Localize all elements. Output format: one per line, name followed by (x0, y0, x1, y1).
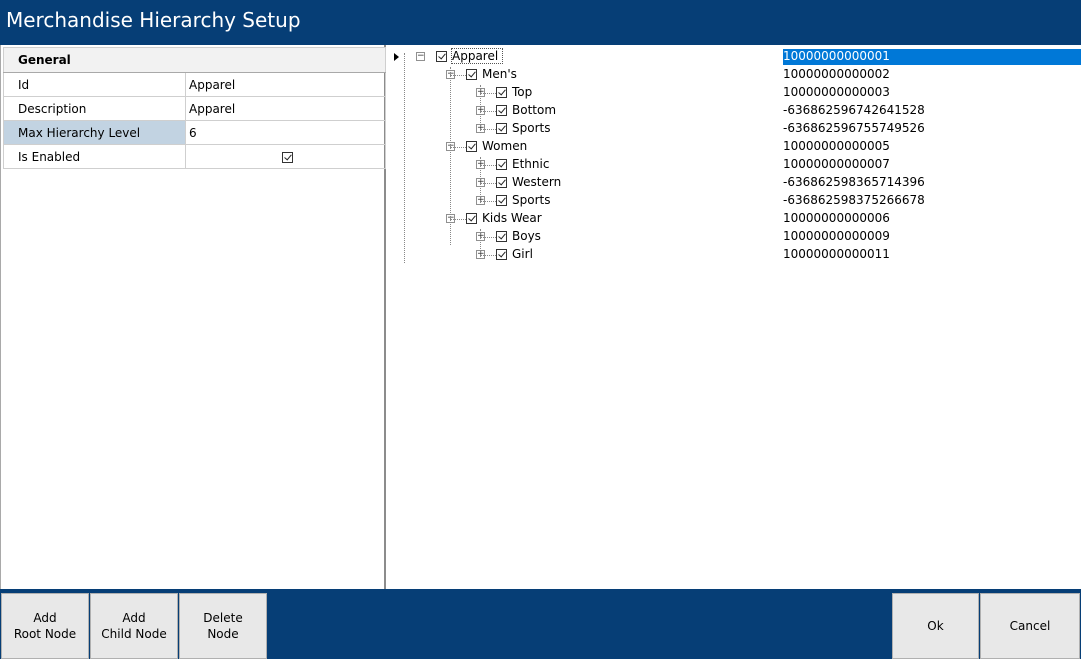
tree-connector-line (450, 219, 466, 220)
window-title: Merchandise Hierarchy Setup (6, 8, 301, 32)
tree-connector-line (480, 183, 496, 184)
property-label: Max Hierarchy Level (3, 120, 186, 145)
add-child-node-button[interactable]: Add Child Node (90, 593, 178, 659)
property-section-header[interactable]: General (3, 47, 386, 73)
tree-connector-line (450, 75, 466, 76)
tree-node-row[interactable]: − Apparel 10000000000001 (388, 48, 1081, 66)
node-code: 10000000000006 (783, 211, 890, 225)
node-label: Sports (512, 193, 551, 207)
id-value[interactable]: Apparel (185, 72, 386, 97)
node-label: Kids Wear (482, 211, 542, 225)
node-code: 10000000000009 (783, 229, 890, 243)
tree-connector-line (404, 53, 405, 263)
node-checkbox[interactable] (496, 159, 507, 170)
node-code: -636862598365714396 (783, 175, 925, 189)
node-checkbox[interactable] (496, 177, 507, 188)
max-hierarchy-level-value[interactable]: 6 (185, 120, 386, 145)
tree-connector-line (480, 255, 496, 256)
node-checkbox[interactable] (496, 249, 507, 260)
tree-connector-line (480, 165, 496, 166)
section-header-label: General (3, 47, 386, 73)
hierarchy-tree[interactable]: − Apparel 10000000000001− Men's 100000000000… (388, 45, 1081, 589)
ok-button[interactable]: Ok (892, 593, 979, 659)
node-label: Men's (482, 67, 517, 81)
node-code: -636862598375266678 (783, 193, 925, 207)
property-label: Id (3, 72, 186, 97)
node-label: Boys (512, 229, 541, 243)
property-grid: General Id Apparel Description Apparel M… (3, 47, 386, 169)
title-bar: Merchandise Hierarchy Setup (0, 0, 1081, 45)
tree-connector-line (480, 93, 496, 94)
node-code: 10000000000003 (783, 85, 890, 99)
node-code: 10000000000011 (783, 247, 890, 261)
node-code: 10000000000005 (783, 139, 890, 153)
property-row-description[interactable]: Description Apparel (3, 96, 386, 121)
node-checkbox[interactable] (496, 231, 507, 242)
node-checkbox[interactable] (466, 213, 477, 224)
is-enabled-cell[interactable] (185, 144, 386, 169)
property-label: Is Enabled (3, 144, 186, 169)
tree-connector-line (480, 237, 496, 238)
node-code: -636862596742641528 (783, 103, 925, 117)
node-label: Ethnic (512, 157, 550, 171)
node-checkbox[interactable] (496, 195, 507, 206)
node-label: Women (482, 139, 528, 153)
tree-node-row[interactable]: − Women 10000000000005 (388, 138, 1081, 156)
property-grid-panel: General Id Apparel Description Apparel M… (0, 45, 386, 589)
tree-node-row[interactable]: − Kids Wear 10000000000006 (388, 210, 1081, 228)
node-label: Top (512, 85, 533, 99)
tree-connector-line (480, 111, 496, 112)
cancel-button[interactable]: Cancel (980, 593, 1080, 659)
tree-connector-line (480, 201, 496, 202)
collapse-icon[interactable]: − (416, 52, 425, 61)
description-value[interactable]: Apparel (185, 96, 386, 121)
property-row-id[interactable]: Id Apparel (3, 72, 386, 97)
tree-connector-line (480, 129, 496, 130)
node-checkbox[interactable] (496, 87, 507, 98)
property-row-max-hierarchy-level[interactable]: Max Hierarchy Level 6 (3, 120, 386, 145)
action-bar: Add Root Node Add Child Node Delete Node… (0, 589, 1081, 659)
is-enabled-checkbox[interactable] (281, 151, 293, 163)
node-checkbox[interactable] (496, 105, 507, 116)
node-label: Girl (512, 247, 533, 261)
property-row-is-enabled[interactable]: Is Enabled (3, 144, 386, 169)
property-label: Description (3, 96, 186, 121)
node-label: Apparel (450, 48, 504, 64)
delete-node-button[interactable]: Delete Node (179, 593, 267, 659)
add-root-node-button[interactable]: Add Root Node (1, 593, 89, 659)
node-checkbox[interactable] (496, 123, 507, 134)
node-checkbox[interactable] (466, 141, 477, 152)
node-code: 10000000000001 (783, 49, 1081, 65)
node-code: -636862596755749526 (783, 121, 925, 135)
node-label: Bottom (512, 103, 557, 117)
node-label: Western (512, 175, 562, 189)
row-pointer-icon (394, 53, 399, 61)
tree-connector-line (450, 147, 466, 148)
node-label: Sports (512, 121, 551, 135)
tree-node-row[interactable]: − Men's 10000000000002 (388, 66, 1081, 84)
node-code: 10000000000002 (783, 67, 890, 81)
node-checkbox[interactable] (466, 69, 477, 80)
node-checkbox[interactable] (436, 51, 447, 62)
node-code: 10000000000007 (783, 157, 890, 171)
